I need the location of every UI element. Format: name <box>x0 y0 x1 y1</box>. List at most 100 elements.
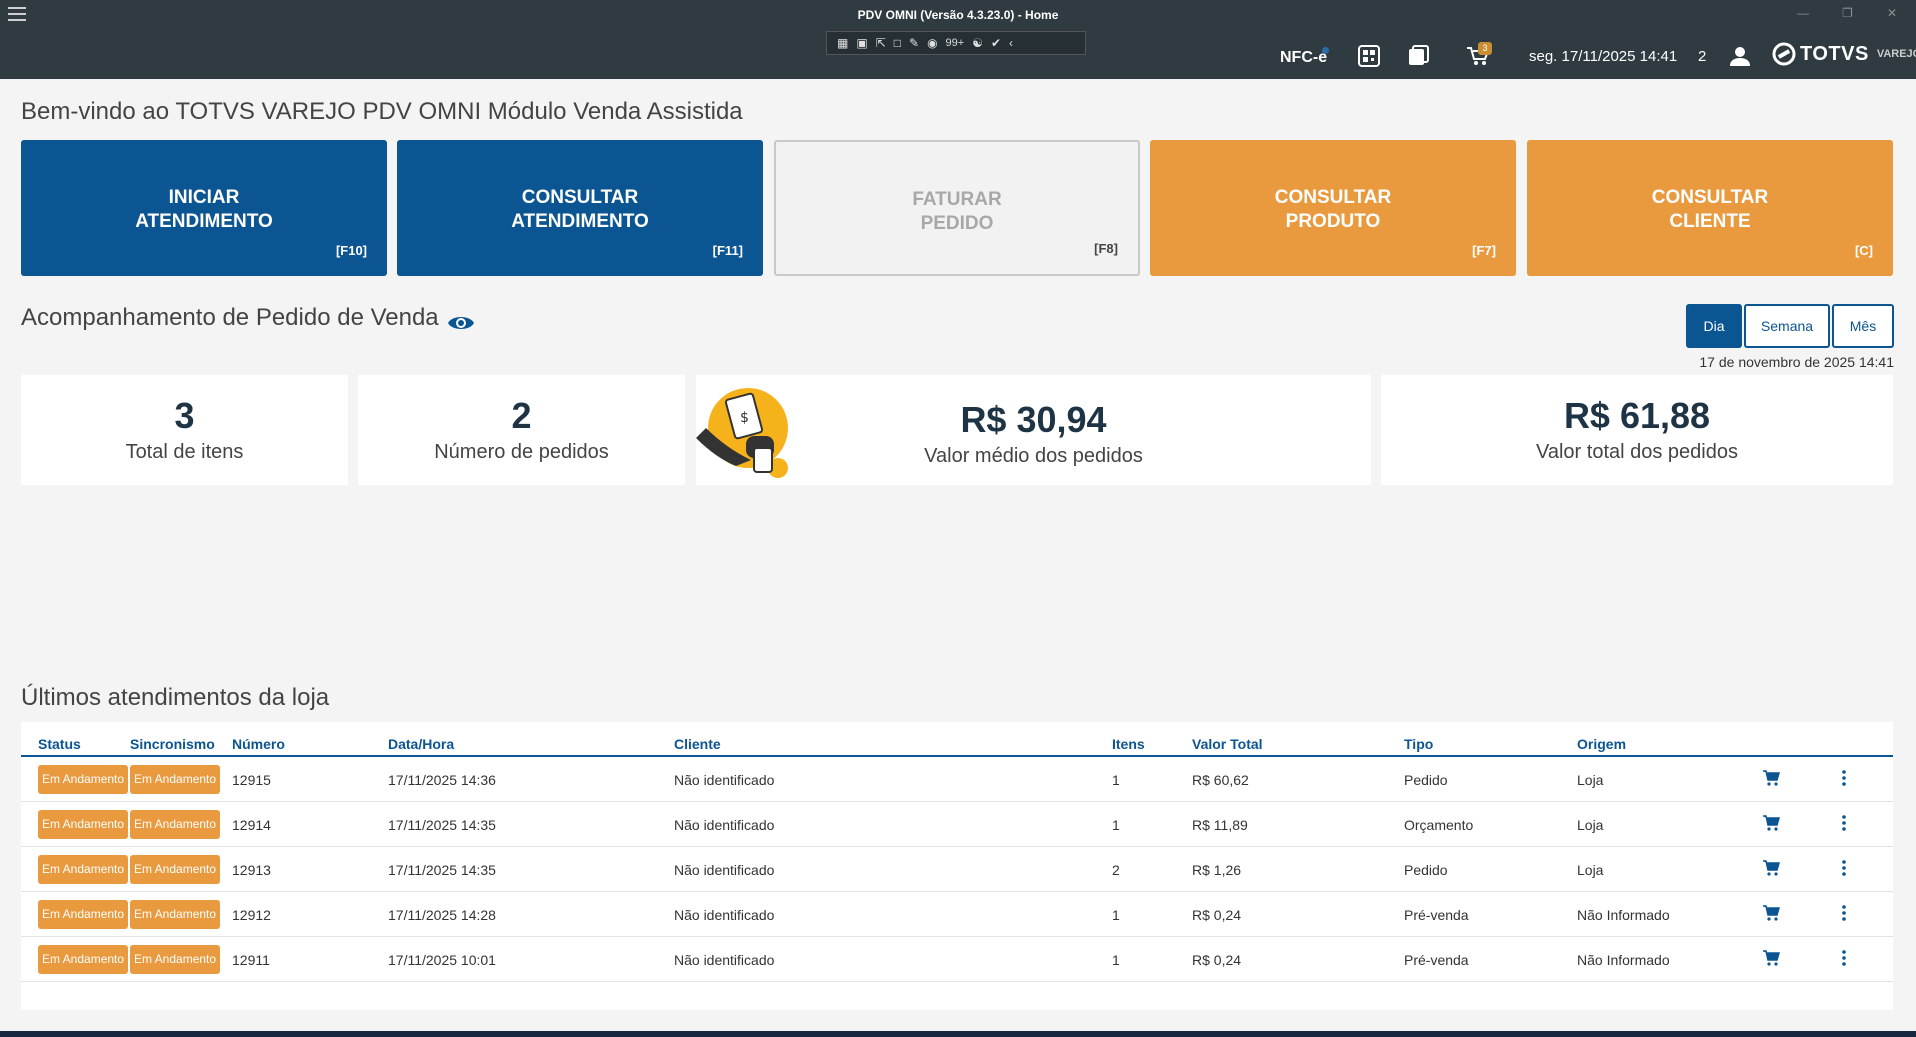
tile-label: FATURAR PEDIDO <box>912 189 1002 234</box>
cart-icon[interactable] <box>1762 949 1780 967</box>
kpi-total-items: 3 Total de itens <box>21 375 348 485</box>
cell-origin: Loja <box>1577 817 1604 833</box>
cell-number: 12912 <box>232 907 271 923</box>
collapse-icon[interactable]: ‹ <box>1009 36 1013 50</box>
sync-badge: Em Andamento <box>130 855 221 884</box>
minimize-icon[interactable]: — <box>1797 6 1809 20</box>
cell-items: 2 <box>1112 862 1120 878</box>
cell-type: Pedido <box>1404 772 1448 788</box>
pointer-icon[interactable]: ⇱ <box>876 36 886 50</box>
kpi-caption: Número de pedidos <box>434 441 609 463</box>
table-row[interactable]: Em Andamento Em Andamento 12914 17/11/20… <box>21 802 1893 847</box>
table-row[interactable]: Em Andamento Em Andamento 12913 17/11/20… <box>21 847 1893 892</box>
more-options-icon[interactable] <box>1838 857 1850 879</box>
cart-icon[interactable] <box>1762 814 1780 832</box>
period-day-button[interactable]: Dia <box>1686 304 1742 348</box>
cell-client: Não identificado <box>674 907 775 923</box>
tile-label: INICIAR ATENDIMENTO <box>135 187 273 232</box>
consult-service-button[interactable]: CONSULTAR ATENDIMENTO [F11] <box>397 140 763 276</box>
tracking-title: Acompanhamento de Pedido de Venda <box>21 304 439 331</box>
period-month-button[interactable]: Mês <box>1832 304 1894 348</box>
more-options-icon[interactable] <box>1838 902 1850 924</box>
cell-type: Pré-venda <box>1404 952 1469 968</box>
draw-icon[interactable]: ✎ <box>909 36 919 50</box>
status-badge: Em Andamento <box>38 855 129 884</box>
nfce-status-dot <box>1322 47 1329 54</box>
window-title: PDV OMNI (Versão 4.3.23.0) - Home <box>857 8 1059 22</box>
col-datetime[interactable]: Data/Hora <box>388 736 454 752</box>
copy-icon[interactable] <box>1406 45 1430 67</box>
cell-origin: Loja <box>1577 772 1604 788</box>
cart-icon[interactable] <box>1762 904 1780 922</box>
nfce-label[interactable]: NFC-e <box>1280 49 1327 67</box>
start-service-button[interactable]: INICIAR ATENDIMENTO [F10] <box>21 140 387 276</box>
check-icon[interactable]: ✔ <box>991 36 1001 50</box>
consult-product-button[interactable]: CONSULTAR PRODUTO [F7] <box>1150 140 1516 276</box>
eye-icon[interactable] <box>447 312 475 334</box>
welcome-heading: Bem-vindo ao TOTVS VAREJO PDV OMNI Módul… <box>21 98 743 125</box>
cell-number: 12915 <box>232 772 271 788</box>
period-week-button[interactable]: Semana <box>1744 304 1830 348</box>
tile-shortcut: [F7] <box>1472 243 1496 258</box>
more-options-icon[interactable] <box>1838 812 1850 834</box>
col-number[interactable]: Número <box>232 736 285 752</box>
title-bar: PDV OMNI (Versão 4.3.23.0) - Home ▦ ▣ ⇱ … <box>0 0 1916 79</box>
status-badge: Em Andamento <box>38 765 129 794</box>
cart-icon[interactable] <box>1762 859 1780 877</box>
cell-number: 12914 <box>232 817 271 833</box>
qr-code-icon[interactable] <box>1357 45 1381 67</box>
restore-icon[interactable]: ❐ <box>1842 6 1853 20</box>
brand-name: TOTVS <box>1800 42 1869 65</box>
cell-type: Pedido <box>1404 862 1448 878</box>
more-options-icon[interactable] <box>1838 767 1850 789</box>
kpi-caption: Total de itens <box>125 441 244 463</box>
kpi-value: 2 <box>511 395 532 436</box>
user-icon[interactable] <box>1728 45 1752 67</box>
consult-client-button[interactable]: CONSULTAR CLIENTE [C] <box>1527 140 1893 276</box>
cell-value: R$ 1,26 <box>1192 862 1242 878</box>
table-row[interactable]: Em Andamento Em Andamento 12912 17/11/20… <box>21 892 1893 937</box>
camera-icon[interactable]: ▣ <box>856 36 867 50</box>
user-count: 2 <box>1698 48 1707 65</box>
accessibility-icon[interactable]: ☯ <box>972 36 983 50</box>
window-icon[interactable]: □ <box>894 36 901 50</box>
tile-shortcut: [F11] <box>712 243 743 258</box>
table-row[interactable]: Em Andamento Em Andamento 12915 17/11/20… <box>21 757 1893 802</box>
kpi-average-value: R$ 30,94 Valor médio dos pedidos <box>696 375 1371 485</box>
status-badge: Em Andamento <box>38 945 129 974</box>
table-header: Status Sincronismo Número Data/Hora Clie… <box>21 722 1893 757</box>
sync-badge: Em Andamento <box>130 810 221 839</box>
kpi-value: R$ 30,94 <box>960 399 1107 440</box>
svg-text:$: $ <box>740 410 749 426</box>
kpi-total-value: R$ 61,88 Valor total dos pedidos <box>1381 375 1893 485</box>
sync-badge: Em Andamento <box>130 945 221 974</box>
totvs-logo-icon <box>1772 42 1796 66</box>
notification-icon[interactable]: ◉ <box>927 36 937 50</box>
close-icon[interactable]: ✕ <box>1887 6 1897 20</box>
col-type[interactable]: Tipo <box>1404 736 1433 752</box>
cart-icon[interactable] <box>1762 769 1780 787</box>
cell-datetime: 17/11/2025 14:35 <box>388 862 496 878</box>
cell-origin: Não Informado <box>1577 907 1670 923</box>
cell-type: Orçamento <box>1404 817 1474 833</box>
screen-share-icon[interactable]: ▦ <box>837 36 848 50</box>
col-items[interactable]: Itens <box>1112 736 1145 752</box>
col-status[interactable]: Status <box>38 736 81 752</box>
cell-number: 12911 <box>232 952 270 968</box>
totvs-logo: TOTVS VAREJO <box>1772 42 1916 66</box>
tile-shortcut: [C] <box>1854 243 1873 258</box>
col-sync[interactable]: Sincronismo <box>130 736 215 752</box>
cell-items: 1 <box>1112 772 1120 788</box>
col-origin[interactable]: Origem <box>1577 736 1626 752</box>
kpi-value: 3 <box>174 395 195 436</box>
table-row[interactable]: Em Andamento Em Andamento 12911 17/11/20… <box>21 937 1893 982</box>
tile-label: CONSULTAR PRODUTO <box>1274 187 1392 232</box>
col-client[interactable]: Cliente <box>674 736 721 752</box>
invoice-order-button[interactable]: FATURAR PEDIDO [F8] <box>774 140 1140 276</box>
col-total-value[interactable]: Valor Total <box>1192 736 1263 752</box>
recent-title: Últimos atendimentos da loja <box>21 684 330 711</box>
brand-sub: VAREJO <box>1876 48 1916 60</box>
taskbar-edge <box>0 1031 1916 1037</box>
more-options-icon[interactable] <box>1838 947 1850 969</box>
cell-value: R$ 0,24 <box>1192 907 1242 923</box>
